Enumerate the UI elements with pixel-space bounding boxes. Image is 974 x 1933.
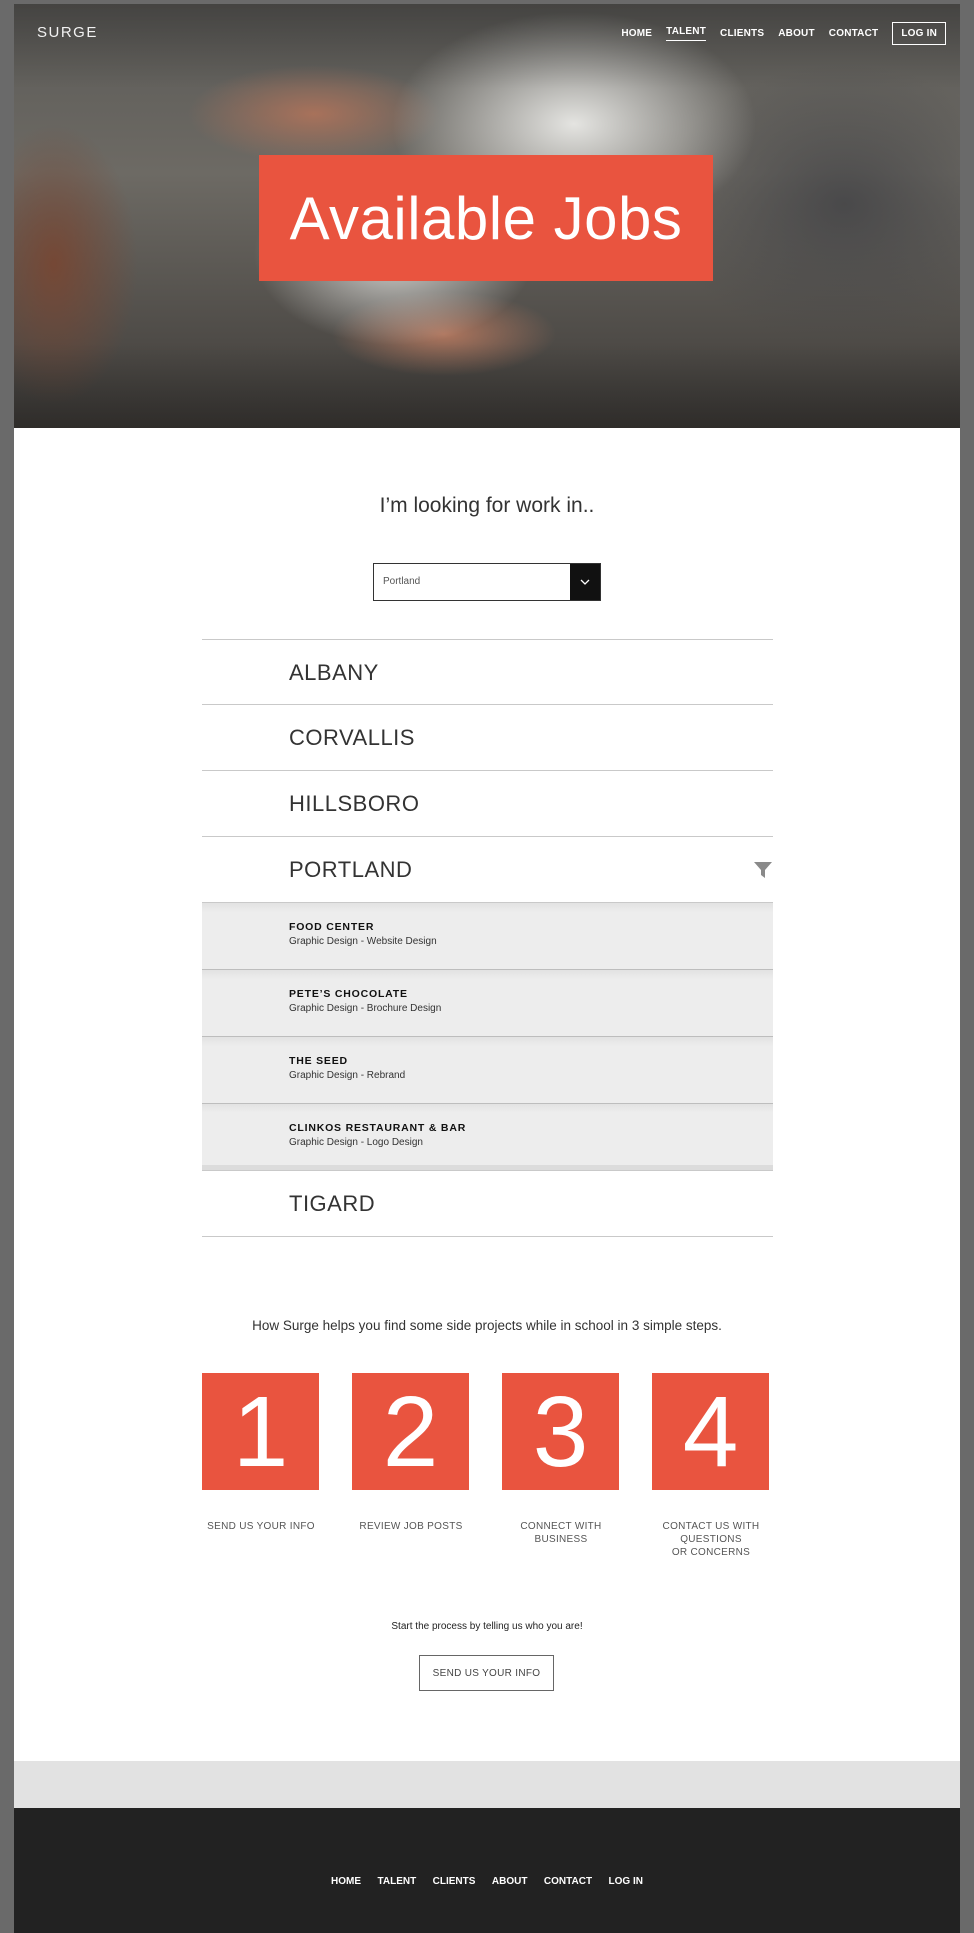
top-nav: HOME TALENT CLIENTS ABOUT CONTACT LOG IN — [607, 22, 946, 45]
job-description: Graphic Design - Brochure Design — [289, 1003, 442, 1014]
chevron-down-icon — [580, 579, 590, 585]
step-2: 2 REVIEW JOB POSTS — [352, 1373, 470, 1533]
job-item[interactable]: FOOD CENTER Graphic Design - Website Des… — [202, 903, 773, 970]
footer-nav-talent[interactable]: TALENT — [378, 1876, 417, 1887]
step-label: REVIEW JOB POSTS — [359, 1521, 463, 1532]
city-row-albany[interactable]: ALBANY — [202, 639, 773, 705]
step-number: 3 — [532, 1375, 589, 1488]
city-row-portland[interactable]: PORTLAND — [202, 837, 773, 903]
nav-talent[interactable]: TALENT — [666, 26, 707, 41]
job-company: PETE’S CHOCOLATE — [289, 988, 408, 1000]
city-name: TIGARD — [289, 1191, 376, 1216]
job-item[interactable]: THE SEED Graphic Design - Rebrand — [202, 1037, 773, 1104]
step-number: 1 — [232, 1375, 289, 1488]
site-logo[interactable]: SURGE — [37, 24, 98, 41]
step-3: 3 CONNECT WITH BUSINESS — [502, 1373, 620, 1546]
nav-login-button[interactable]: LOG IN — [892, 22, 946, 45]
footer-nav-contact[interactable]: CONTACT — [544, 1876, 592, 1887]
footer-band — [14, 1761, 960, 1808]
city-row-corvallis[interactable]: CORVALLIS — [202, 705, 773, 771]
city-list: ALBANY CORVALLIS HILLSBORO PORTLAND FOOD… — [202, 639, 773, 1237]
search-prompt: I’m looking for work in.. — [379, 494, 595, 517]
hero-banner: SURGE HOME TALENT CLIENTS ABOUT CONTACT … — [14, 4, 960, 428]
job-item[interactable]: CLINKOS RESTAURANT & BAR Graphic Design … — [202, 1104, 773, 1170]
city-select[interactable]: Portland — [373, 563, 601, 601]
step-number: 4 — [682, 1375, 739, 1488]
send-info-button[interactable]: SEND US YOUR INFO — [419, 1655, 554, 1691]
nav-about[interactable]: ABOUT — [778, 28, 815, 39]
hero-title-box: Available Jobs — [259, 155, 713, 281]
nav-contact[interactable]: CONTACT — [829, 28, 879, 39]
job-description: Graphic Design - Rebrand — [289, 1070, 406, 1081]
footer-nav-login[interactable]: LOG IN — [609, 1876, 643, 1887]
footer-nav: HOME TALENT CLIENTS ABOUT CONTACT LOG IN — [14, 1871, 960, 1889]
city-name: ALBANY — [289, 660, 379, 685]
job-description: Graphic Design - Website Design — [289, 936, 437, 947]
step-label: CONTACT US WITH QUESTIONS OR CONCERNS — [662, 1521, 760, 1558]
job-company: CLINKOS RESTAURANT & BAR — [289, 1122, 467, 1134]
step-number-box: 1 — [202, 1373, 319, 1490]
step-label: CONNECT WITH BUSINESS — [520, 1521, 602, 1545]
city-select-value: Portland — [383, 576, 421, 587]
step-number: 2 — [382, 1375, 439, 1488]
job-description: Graphic Design - Logo Design — [289, 1137, 423, 1148]
steps-intro: How Surge helps you find some side proje… — [252, 1318, 722, 1333]
city-name: CORVALLIS — [289, 725, 415, 750]
step-number-box: 2 — [352, 1373, 469, 1490]
city-row-hillsboro[interactable]: HILLSBORO — [202, 771, 773, 837]
page: SURGE HOME TALENT CLIENTS ABOUT CONTACT … — [14, 4, 960, 1933]
step-1: 1 SEND US YOUR INFO — [202, 1373, 320, 1533]
footer: HOME TALENT CLIENTS ABOUT CONTACT LOG IN — [14, 1808, 960, 1933]
step-label: SEND US YOUR INFO — [207, 1521, 315, 1532]
page-title: Available Jobs — [289, 184, 683, 252]
job-company: THE SEED — [289, 1055, 348, 1067]
job-list: FOOD CENTER Graphic Design - Website Des… — [202, 903, 773, 1171]
step-number-box: 4 — [652, 1373, 769, 1490]
city-name: HILLSBORO — [289, 791, 420, 816]
step-number-box: 3 — [502, 1373, 619, 1490]
job-item[interactable]: PETE’S CHOCOLATE Graphic Design - Brochu… — [202, 970, 773, 1037]
job-company: FOOD CENTER — [289, 921, 375, 933]
nav-clients[interactable]: CLIENTS — [720, 28, 764, 39]
footer-nav-about[interactable]: ABOUT — [492, 1876, 528, 1887]
dropdown-button[interactable] — [570, 564, 600, 600]
step-4: 4 CONTACT US WITH QUESTIONS OR CONCERNS — [652, 1373, 770, 1559]
footer-nav-clients[interactable]: CLIENTS — [433, 1876, 476, 1887]
city-row-tigard[interactable]: TIGARD — [202, 1171, 773, 1237]
city-name: PORTLAND — [289, 857, 413, 882]
nav-home[interactable]: HOME — [621, 28, 652, 39]
funnel-icon[interactable] — [753, 861, 773, 879]
cta-text: Start the process by telling us who you … — [391, 1621, 583, 1632]
footer-nav-home[interactable]: HOME — [331, 1876, 361, 1887]
